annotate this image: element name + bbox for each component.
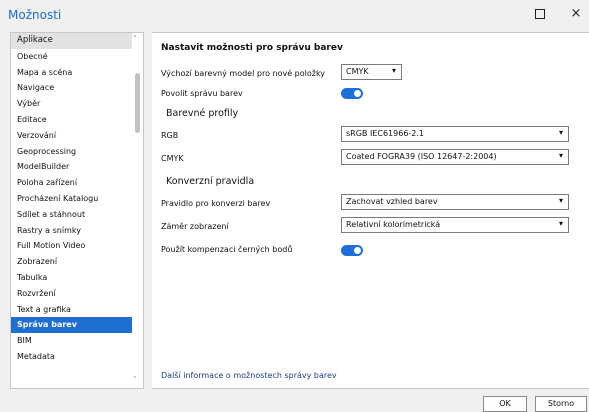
sidebar-item-full-motion-video[interactable]: Full Motion Video [11, 238, 133, 254]
sidebar-scrollbar[interactable]: ˄ ˅ [132, 33, 143, 388]
cmyk-profile-select[interactable]: Coated FOGRA39 (ISO 12647-2:2004) ▾ [341, 149, 569, 165]
ok-button[interactable]: OK [483, 396, 527, 412]
options-sidebar: Aplikace Obecné Mapa a scéna Navigace Vý… [10, 32, 144, 389]
cmyk-label: CMYK [161, 154, 184, 163]
default-model-select[interactable]: CMYK ▾ [341, 64, 402, 80]
chevron-down-icon: ▾ [558, 219, 563, 228]
default-model-value: CMYK [346, 67, 369, 76]
rendering-intent-value: Relativní kolorimetrická [346, 220, 441, 229]
black-point-label: Použít kompenzaci černých bodů [161, 245, 293, 254]
chevron-down-icon: ▾ [558, 151, 563, 160]
sidebar-item-rastry-a-snimky[interactable]: Rastry a snímky [11, 223, 133, 239]
default-model-label: Výchozí barevný model pro nové položky [161, 69, 326, 78]
maximize-icon[interactable] [532, 6, 548, 22]
conversion-rule-value: Zachovat vzhled barev [346, 197, 438, 206]
sidebar-item-tabulka[interactable]: Tabulka [11, 270, 133, 286]
sidebar-item-sprava-barev[interactable]: Správa barev [11, 317, 133, 334]
window-title: Možnosti [8, 8, 62, 22]
scroll-up-icon[interactable]: ˄ [133, 35, 137, 43]
rgb-profile-select[interactable]: sRGB IEC61966-2.1 ▾ [341, 126, 569, 142]
more-info-link[interactable]: Další informace o možnostech správy bare… [161, 371, 337, 380]
sidebar-item-poloha-zarizeni[interactable]: Poloha zařízení [11, 175, 133, 191]
scroll-down-icon[interactable]: ˅ [133, 376, 137, 384]
sidebar-item-aplikace[interactable]: Aplikace [11, 33, 133, 49]
sidebar-item-vyber[interactable]: Výběr [11, 96, 133, 112]
scroll-thumb[interactable] [135, 73, 140, 133]
rgb-profile-value: sRGB IEC61966-2.1 [346, 129, 425, 138]
sidebar-item-sdilet-a-stahnout[interactable]: Sdílet a stáhnout [11, 207, 133, 223]
rgb-label: RGB [161, 131, 179, 140]
sidebar-item-mapa-a-scena[interactable]: Mapa a scéna [11, 65, 133, 81]
sidebar-item-editace[interactable]: Editace [11, 112, 133, 128]
rules-heading: Konverzní pravidla [166, 176, 255, 187]
sidebar-item-metadata[interactable]: Metadata [11, 349, 133, 365]
sidebar-item-geoprocessing[interactable]: Geoprocessing [11, 144, 133, 160]
cmyk-profile-value: Coated FOGRA39 (ISO 12647-2:2004) [346, 152, 497, 161]
chevron-down-icon: ▾ [558, 196, 563, 205]
sidebar-list: Aplikace Obecné Mapa a scéna Navigace Vý… [11, 33, 133, 365]
conversion-rule-select[interactable]: Zachovat vzhled barev ▾ [341, 194, 569, 210]
sidebar-item-rozvrzeni[interactable]: Rozvržení [11, 286, 133, 302]
sidebar-item-modelbuilder[interactable]: ModelBuilder [11, 159, 133, 175]
enable-color-management-label: Povolit správu barev [161, 89, 243, 98]
sidebar-item-prochazeni-katalogu[interactable]: Procházení Katalogu [11, 191, 133, 207]
settings-panel: Nastavit možnosti pro správu barev Výcho… [152, 32, 589, 389]
enable-color-management-toggle[interactable] [341, 88, 363, 99]
sidebar-item-navigace[interactable]: Navigace [11, 80, 133, 96]
page-title: Nastavit možnosti pro správu barev [161, 43, 343, 53]
conversion-rule-label: Pravidlo pro konverzi barev [161, 199, 271, 208]
close-icon[interactable]: × [568, 6, 584, 22]
rendering-intent-label: Záměr zobrazení [161, 222, 229, 231]
profiles-heading: Barevné profily [166, 108, 239, 119]
sidebar-item-text-a-grafika[interactable]: Text a grafika [11, 302, 133, 318]
sidebar-item-bim[interactable]: BIM [11, 333, 133, 349]
sidebar-item-verzovani[interactable]: Verzování [11, 128, 133, 144]
rendering-intent-select[interactable]: Relativní kolorimetrická ▾ [341, 217, 569, 233]
title-bar: Možnosti × [0, 0, 589, 30]
cancel-button[interactable]: Storno [535, 396, 587, 412]
black-point-toggle[interactable] [341, 245, 363, 256]
sidebar-item-obecne[interactable]: Obecné [11, 49, 133, 65]
chevron-down-icon: ▾ [558, 128, 563, 137]
sidebar-item-zobrazeni[interactable]: Zobrazení [11, 254, 133, 270]
chevron-down-icon: ▾ [391, 66, 396, 75]
